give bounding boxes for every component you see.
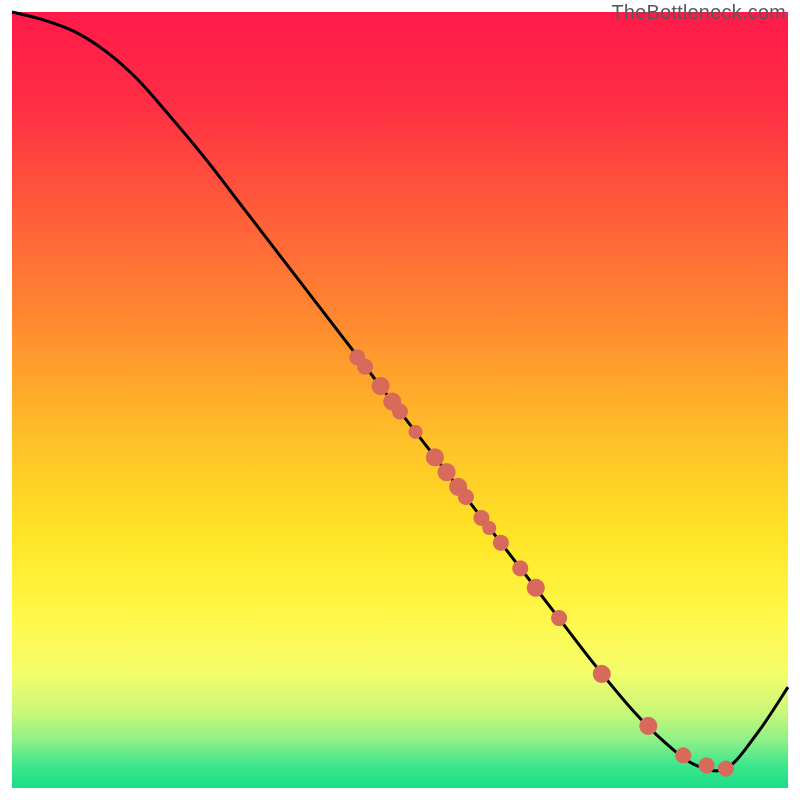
chart-container: TheBottleneck.com <box>0 0 800 800</box>
marker-dot <box>675 747 691 763</box>
marker-dot <box>458 489 474 505</box>
marker-group <box>349 349 734 776</box>
marker-dot <box>409 425 423 439</box>
marker-dot <box>357 359 373 375</box>
marker-dot <box>438 463 456 481</box>
bottleneck-curve-path <box>12 12 788 771</box>
plot-area <box>12 12 788 788</box>
attribution-label: TheBottleneck.com <box>611 2 786 25</box>
marker-dot <box>372 377 390 395</box>
marker-dot <box>493 535 509 551</box>
marker-dot <box>482 521 496 535</box>
marker-dot <box>718 761 734 777</box>
marker-dot <box>639 717 657 735</box>
marker-dot <box>512 560 528 576</box>
marker-dot <box>593 665 611 683</box>
marker-dot <box>527 579 545 597</box>
marker-dot <box>426 448 444 466</box>
marker-dot <box>392 404 408 420</box>
curve-layer <box>12 12 788 788</box>
marker-dot <box>699 757 715 773</box>
marker-dot <box>551 610 567 626</box>
